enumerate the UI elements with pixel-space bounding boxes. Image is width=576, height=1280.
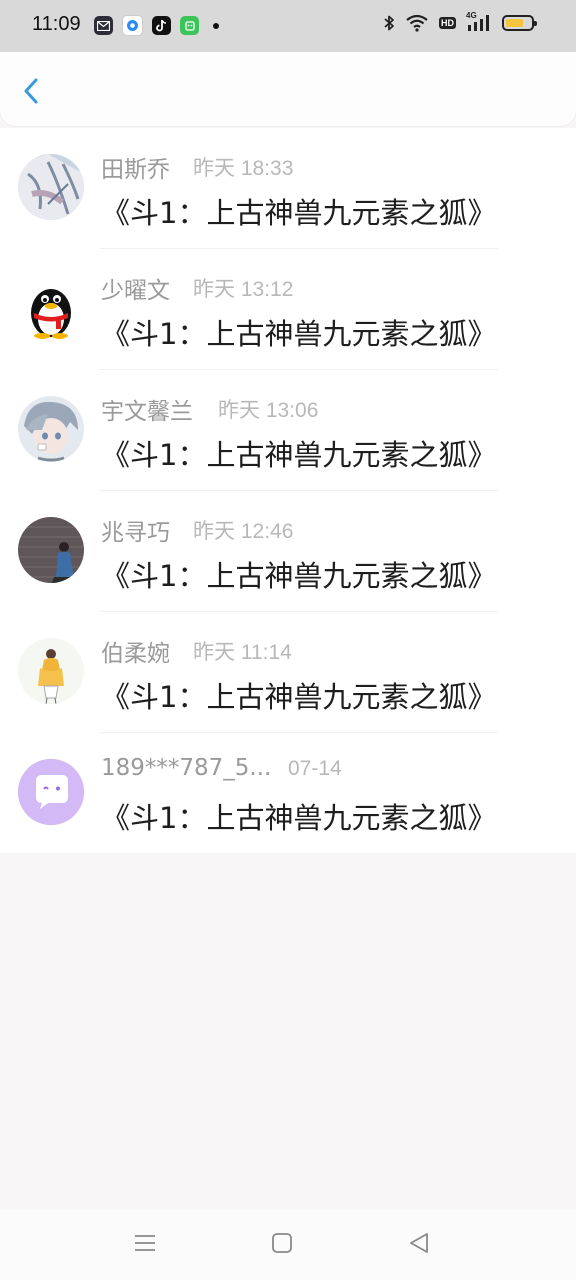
more-notifications-dot — [213, 22, 219, 29]
message-item[interactable]: 田斯乔 昨天 18:33 《斗1：上古神兽九元素之狐》 — [0, 128, 576, 249]
menu-button[interactable] — [134, 1232, 156, 1258]
message-item[interactable]: 少曜文 昨天 13:12 《斗1：上古神兽九元素之狐》 — [0, 249, 576, 370]
message-time: 昨天 12:46 — [193, 520, 294, 543]
message-item[interactable]: 伯柔婉 昨天 11:14 《斗1：上古神兽九元素之狐》 — [0, 612, 576, 733]
chat-bubble-default-avatar[interactable] — [18, 759, 84, 825]
sender-name: 田斯乔 — [101, 157, 170, 183]
sender-name: 189***787_5... — [101, 755, 272, 781]
menu-icon — [135, 1235, 155, 1251]
browser-app-icon — [122, 15, 143, 36]
bluetooth-icon — [384, 15, 394, 31]
mail-app-icon — [94, 16, 113, 35]
home-button[interactable] — [272, 1232, 292, 1258]
message-item[interactable]: 189***787_5... 07-14 《斗1：上古神兽九元素之狐》 — [0, 733, 576, 854]
message-text: 《斗1：上古神兽九元素之狐》 — [101, 317, 497, 351]
system-nav-bar — [0, 1210, 576, 1280]
back-nav-button[interactable] — [408, 1232, 430, 1258]
illustrated-girl-avatar[interactable] — [18, 638, 84, 704]
brick-wall-girl-avatar[interactable] — [18, 517, 84, 583]
anime-boy-avatar[interactable] — [18, 396, 84, 462]
message-text: 《斗1：上古神兽九元素之狐》 — [101, 559, 497, 593]
message-list: 田斯乔 昨天 18:33 《斗1：上古神兽九元素之狐》 少曜文 昨天 13:12… — [0, 128, 576, 853]
back-triangle-icon — [410, 1233, 428, 1253]
header-bar — [0, 52, 576, 126]
sender-name: 宇文馨兰 — [101, 399, 193, 425]
home-square-icon — [272, 1233, 292, 1253]
system-status-icons: HD 4G — [383, 11, 537, 32]
status-bar: 11:09 HD 4G — [0, 0, 576, 52]
message-item[interactable]: 兆寻巧 昨天 12:46 《斗1：上古神兽九元素之狐》 — [0, 491, 576, 612]
wifi-icon — [406, 14, 428, 32]
message-text: 《斗1：上古神兽九元素之狐》 — [101, 196, 497, 230]
message-time: 昨天 13:12 — [193, 278, 294, 301]
battery-icon — [502, 15, 537, 31]
sender-name: 兆寻巧 — [101, 520, 170, 546]
hd-badge: HD — [439, 17, 456, 29]
cellular-signal-icon: 4G — [466, 11, 492, 32]
message-item[interactable]: 宇文馨兰 昨天 13:06 《斗1：上古神兽九元素之狐》 — [0, 370, 576, 491]
qq-penguin-avatar[interactable] — [18, 275, 84, 341]
message-text: 《斗1：上古神兽九元素之狐》 — [101, 680, 497, 714]
message-text: 《斗1：上古神兽九元素之狐》 — [101, 438, 497, 472]
message-time: 昨天 13:06 — [218, 399, 319, 422]
back-button[interactable] — [18, 76, 46, 106]
chevron-left-icon — [24, 78, 38, 104]
sender-name: 少曜文 — [101, 278, 170, 304]
message-time: 昨天 18:33 — [193, 157, 294, 180]
message-text: 《斗1：上古神兽九元素之狐》 — [101, 801, 497, 835]
message-time: 07-14 — [288, 757, 342, 780]
notification-icons — [94, 15, 219, 36]
anime-sketch-avatar[interactable] — [18, 154, 84, 220]
message-time: 昨天 11:14 — [193, 641, 292, 664]
status-time: 11:09 — [32, 13, 81, 35]
wechat-app-icon — [180, 16, 199, 35]
tiktok-app-icon — [152, 16, 171, 35]
sender-name: 伯柔婉 — [101, 641, 170, 667]
